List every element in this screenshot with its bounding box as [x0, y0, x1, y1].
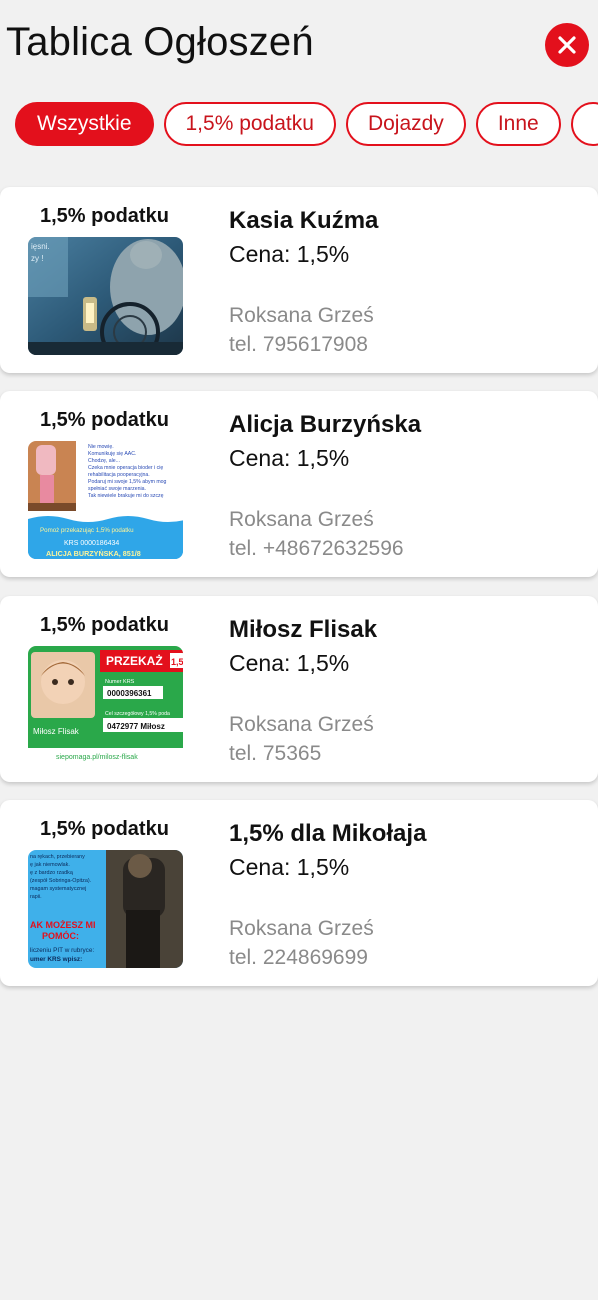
listing-price: Cena: 1,5% [229, 854, 350, 880]
svg-text:zy !: zy ! [31, 254, 43, 263]
svg-text:rehabilitacja pooperacyjna.: rehabilitacja pooperacyjna. [88, 472, 150, 478]
listing-author: Roksana Grześ [229, 917, 374, 940]
close-button[interactable] [545, 23, 589, 67]
listing-price: Cena: 1,5% [229, 445, 350, 471]
page-title: Tablica Ogłoszeń [6, 20, 314, 64]
close-icon [558, 36, 576, 54]
svg-text:Tak niewiele brakuje mi do szc: Tak niewiele brakuje mi do szczę [88, 493, 164, 499]
listing-thumbnail: ięsni. zy ! [28, 237, 183, 355]
svg-text:Numer KRS: Numer KRS [105, 679, 135, 685]
svg-text:POMÓC:: POMÓC: [42, 930, 79, 941]
listing-author: Roksana Grześ [229, 304, 374, 327]
listing-card[interactable]: 1,5% podatku Nie mowię. Komunikuję się A… [0, 391, 598, 577]
listing-phone[interactable]: tel. 224869699 [229, 946, 368, 970]
listing-author: Roksana Grześ [229, 713, 374, 736]
filter-chip-wszystkie[interactable]: Wszystkie [15, 102, 154, 146]
svg-text:Podaruj mi swoje 1,5% abym mog: Podaruj mi swoje 1,5% abym mog [88, 479, 167, 485]
listing-title: Kasia Kuźma [229, 207, 379, 234]
filter-chip-dojazdy[interactable]: Dojazdy [345, 102, 466, 146]
listing-title: 1,5% dla Mikołaja [229, 820, 427, 847]
svg-text:0000396361: 0000396361 [107, 689, 152, 698]
listing-card[interactable]: 1,5% podatku ięsni. zy ! Kasia Kuźma Cen [0, 187, 598, 373]
svg-text:Pomoż przekazując 1,5% podatku: Pomoż przekazując 1,5% podatku [40, 527, 134, 534]
listing-price: Cena: 1,5% [229, 650, 350, 676]
listing-card[interactable]: 1,5% podatku na rękach, przebierany ę ja… [0, 800, 598, 986]
svg-text:rapii.: rapii. [30, 894, 42, 900]
listing-thumbnail: PRZEKAŻ 1,5 Numer KRS 0000396361 Cel szc… [28, 646, 183, 764]
listing-thumbnail: Nie mowię. Komunikuję się AAC. Chodzę, a… [28, 441, 183, 559]
svg-text:AK MOŻESZ MI: AK MOŻESZ MI [30, 920, 96, 930]
listing-phone[interactable]: tel. 795617908 [229, 333, 368, 357]
listing-author: Roksana Grześ [229, 508, 374, 531]
listing-phone[interactable]: tel. 75365 [229, 742, 321, 766]
svg-text:Chodzę, ale...: Chodzę, ale... [88, 458, 120, 464]
svg-text:liczeniu PIT w rubryce:: liczeniu PIT w rubryce: [30, 947, 94, 954]
filter-chip-more[interactable] [570, 102, 598, 146]
filter-chip-inne[interactable]: Inne [475, 102, 561, 146]
category-filter-bar[interactable]: Wszystkie 1,5% podatku Dojazdy Inne [15, 102, 598, 148]
svg-text:Komunikuję się AAC.: Komunikuję się AAC. [88, 451, 136, 457]
listing-category: 1,5% podatku [40, 205, 169, 227]
svg-text:Miłosz Flisak: Miłosz Flisak [33, 727, 80, 736]
svg-text:KRS 0000186434: KRS 0000186434 [64, 540, 119, 547]
svg-text:ę z bardzo rzadką: ę z bardzo rzadką [30, 870, 73, 876]
svg-text:1,5: 1,5 [171, 657, 183, 667]
svg-text:siepomaga.pl/milosz-flisak: siepomaga.pl/milosz-flisak [56, 754, 138, 761]
svg-text:magam systematycznej: magam systematycznej [30, 886, 86, 892]
svg-text:Cel szczegółowy 1,5% poda: Cel szczegółowy 1,5% poda [105, 711, 170, 717]
svg-text:ę jak niemowlak.: ę jak niemowlak. [30, 862, 70, 868]
svg-text:ięsni.: ięsni. [31, 242, 50, 251]
listing-card[interactable]: 1,5% podatku PRZEKAŻ 1,5 Numer KRS 00003… [0, 596, 598, 782]
listing-category: 1,5% podatku [40, 614, 169, 636]
svg-text:umer KRS wpisz:: umer KRS wpisz: [30, 956, 82, 963]
svg-text:ALICJA BURZYŃSKA, 851/8: ALICJA BURZYŃSKA, 851/8 [46, 549, 141, 558]
top-bar: Tablica Ogłoszeń [0, 0, 598, 90]
listing-category: 1,5% podatku [40, 409, 169, 431]
listing-phone[interactable]: tel. +48672632596 [229, 537, 404, 561]
listing-category: 1,5% podatku [40, 818, 169, 840]
svg-text:na rękach, przebierany: na rękach, przebierany [30, 854, 85, 860]
svg-text:Nie mowię.: Nie mowię. [88, 444, 114, 450]
listing-thumbnail: na rękach, przebierany ę jak niemowlak. … [28, 850, 183, 968]
listing-title: Miłosz Flisak [229, 616, 378, 643]
svg-text:Czeka mnie operacja bioder i c: Czeka mnie operacja bioder i cię [88, 465, 163, 471]
listing-title: Alicja Burzyńska [229, 411, 422, 438]
svg-text:PRZEKAŻ: PRZEKAŻ [106, 653, 163, 668]
svg-text:spełniać swoje marzenia.: spełniać swoje marzenia. [88, 486, 146, 492]
svg-text:(zespół Sobringa-Opitza).: (zespół Sobringa-Opitza). [30, 878, 91, 884]
filter-chip-1-5-podatku[interactable]: 1,5% podatku [163, 102, 336, 146]
listing-price: Cena: 1,5% [229, 241, 350, 267]
svg-text:0472977 Miłosz: 0472977 Miłosz [107, 722, 165, 731]
